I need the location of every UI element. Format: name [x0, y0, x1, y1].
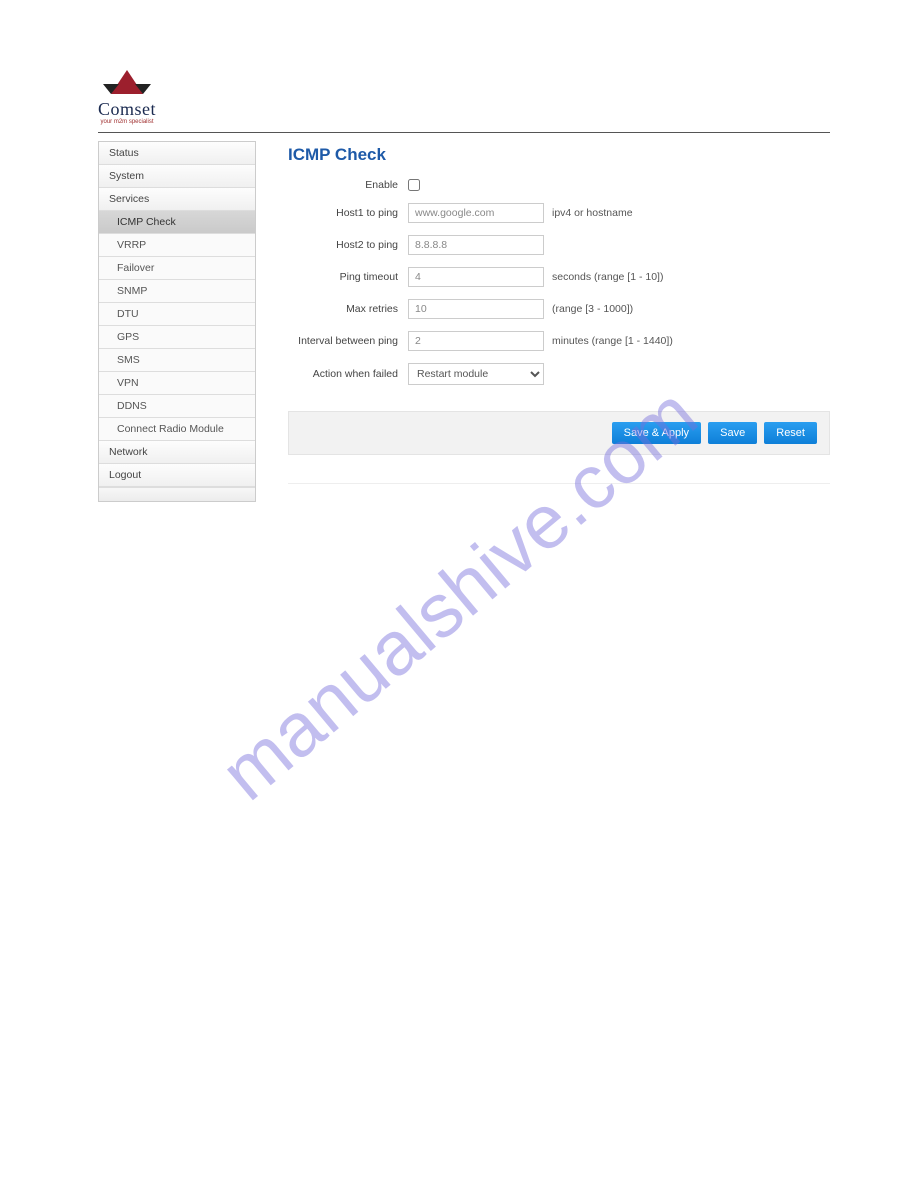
page-title: ICMP Check	[288, 145, 830, 165]
brand-tagline: your m2m specialist	[98, 119, 156, 125]
row-retries: Max retries (range [3 - 1000])	[288, 299, 830, 319]
enable-checkbox[interactable]	[408, 179, 420, 191]
main-content: ICMP Check Enable Host1 to ping ipv4 or …	[256, 141, 830, 484]
sidebar-item-services[interactable]: Services	[99, 188, 255, 211]
save-apply-button[interactable]: Save & Apply	[612, 422, 701, 444]
row-action: Action when failed Restart module	[288, 363, 830, 385]
host2-input[interactable]	[408, 235, 544, 255]
sidebar-item-ddns[interactable]: DDNS	[99, 395, 255, 418]
label-timeout: Ping timeout	[288, 271, 408, 283]
row-interval: Interval between ping minutes (range [1 …	[288, 331, 830, 351]
retries-input[interactable]	[408, 299, 544, 319]
sidebar-item-connect-radio[interactable]: Connect Radio Module	[99, 418, 255, 441]
sidebar-item-vpn[interactable]: VPN	[99, 372, 255, 395]
label-host2: Host2 to ping	[288, 239, 408, 251]
logo-icon	[103, 70, 151, 98]
sidebar-item-failover[interactable]: Failover	[99, 257, 255, 280]
sidebar-nav: Status System Services ICMP Check VRRP F…	[98, 141, 256, 502]
sidebar-item-dtu[interactable]: DTU	[99, 303, 255, 326]
brand-name: Comset	[98, 100, 156, 118]
sidebar-item-icmp-check[interactable]: ICMP Check	[99, 211, 255, 234]
hint-host1: ipv4 or hostname	[544, 207, 633, 219]
row-enable: Enable	[288, 179, 830, 191]
row-host1: Host1 to ping ipv4 or hostname	[288, 203, 830, 223]
action-select[interactable]: Restart module	[408, 363, 544, 385]
timeout-input[interactable]	[408, 267, 544, 287]
label-retries: Max retries	[288, 303, 408, 315]
hint-retries: (range [3 - 1000])	[544, 303, 633, 315]
hint-interval: minutes (range [1 - 1440])	[544, 335, 673, 347]
sidebar-item-sms[interactable]: SMS	[99, 349, 255, 372]
row-timeout: Ping timeout seconds (range [1 - 10])	[288, 267, 830, 287]
button-bar: Save & Apply Save Reset	[288, 411, 830, 455]
sidebar-footer	[99, 487, 255, 501]
sidebar-item-snmp[interactable]: SNMP	[99, 280, 255, 303]
label-action: Action when failed	[288, 368, 408, 380]
label-enable: Enable	[288, 179, 408, 191]
header: Comset your m2m specialist	[98, 70, 830, 133]
logo: Comset your m2m specialist	[98, 70, 156, 125]
sidebar-item-status[interactable]: Status	[99, 142, 255, 165]
row-host2: Host2 to ping	[288, 235, 830, 255]
divider	[288, 483, 830, 484]
sidebar-item-logout[interactable]: Logout	[99, 464, 255, 487]
host1-input[interactable]	[408, 203, 544, 223]
label-interval: Interval between ping	[288, 335, 408, 347]
save-button[interactable]: Save	[708, 422, 757, 444]
sidebar-item-system[interactable]: System	[99, 165, 255, 188]
label-host1: Host1 to ping	[288, 207, 408, 219]
sidebar-item-network[interactable]: Network	[99, 441, 255, 464]
reset-button[interactable]: Reset	[764, 422, 817, 444]
interval-input[interactable]	[408, 331, 544, 351]
sidebar-item-vrrp[interactable]: VRRP	[99, 234, 255, 257]
hint-timeout: seconds (range [1 - 10])	[544, 271, 663, 283]
sidebar-item-gps[interactable]: GPS	[99, 326, 255, 349]
